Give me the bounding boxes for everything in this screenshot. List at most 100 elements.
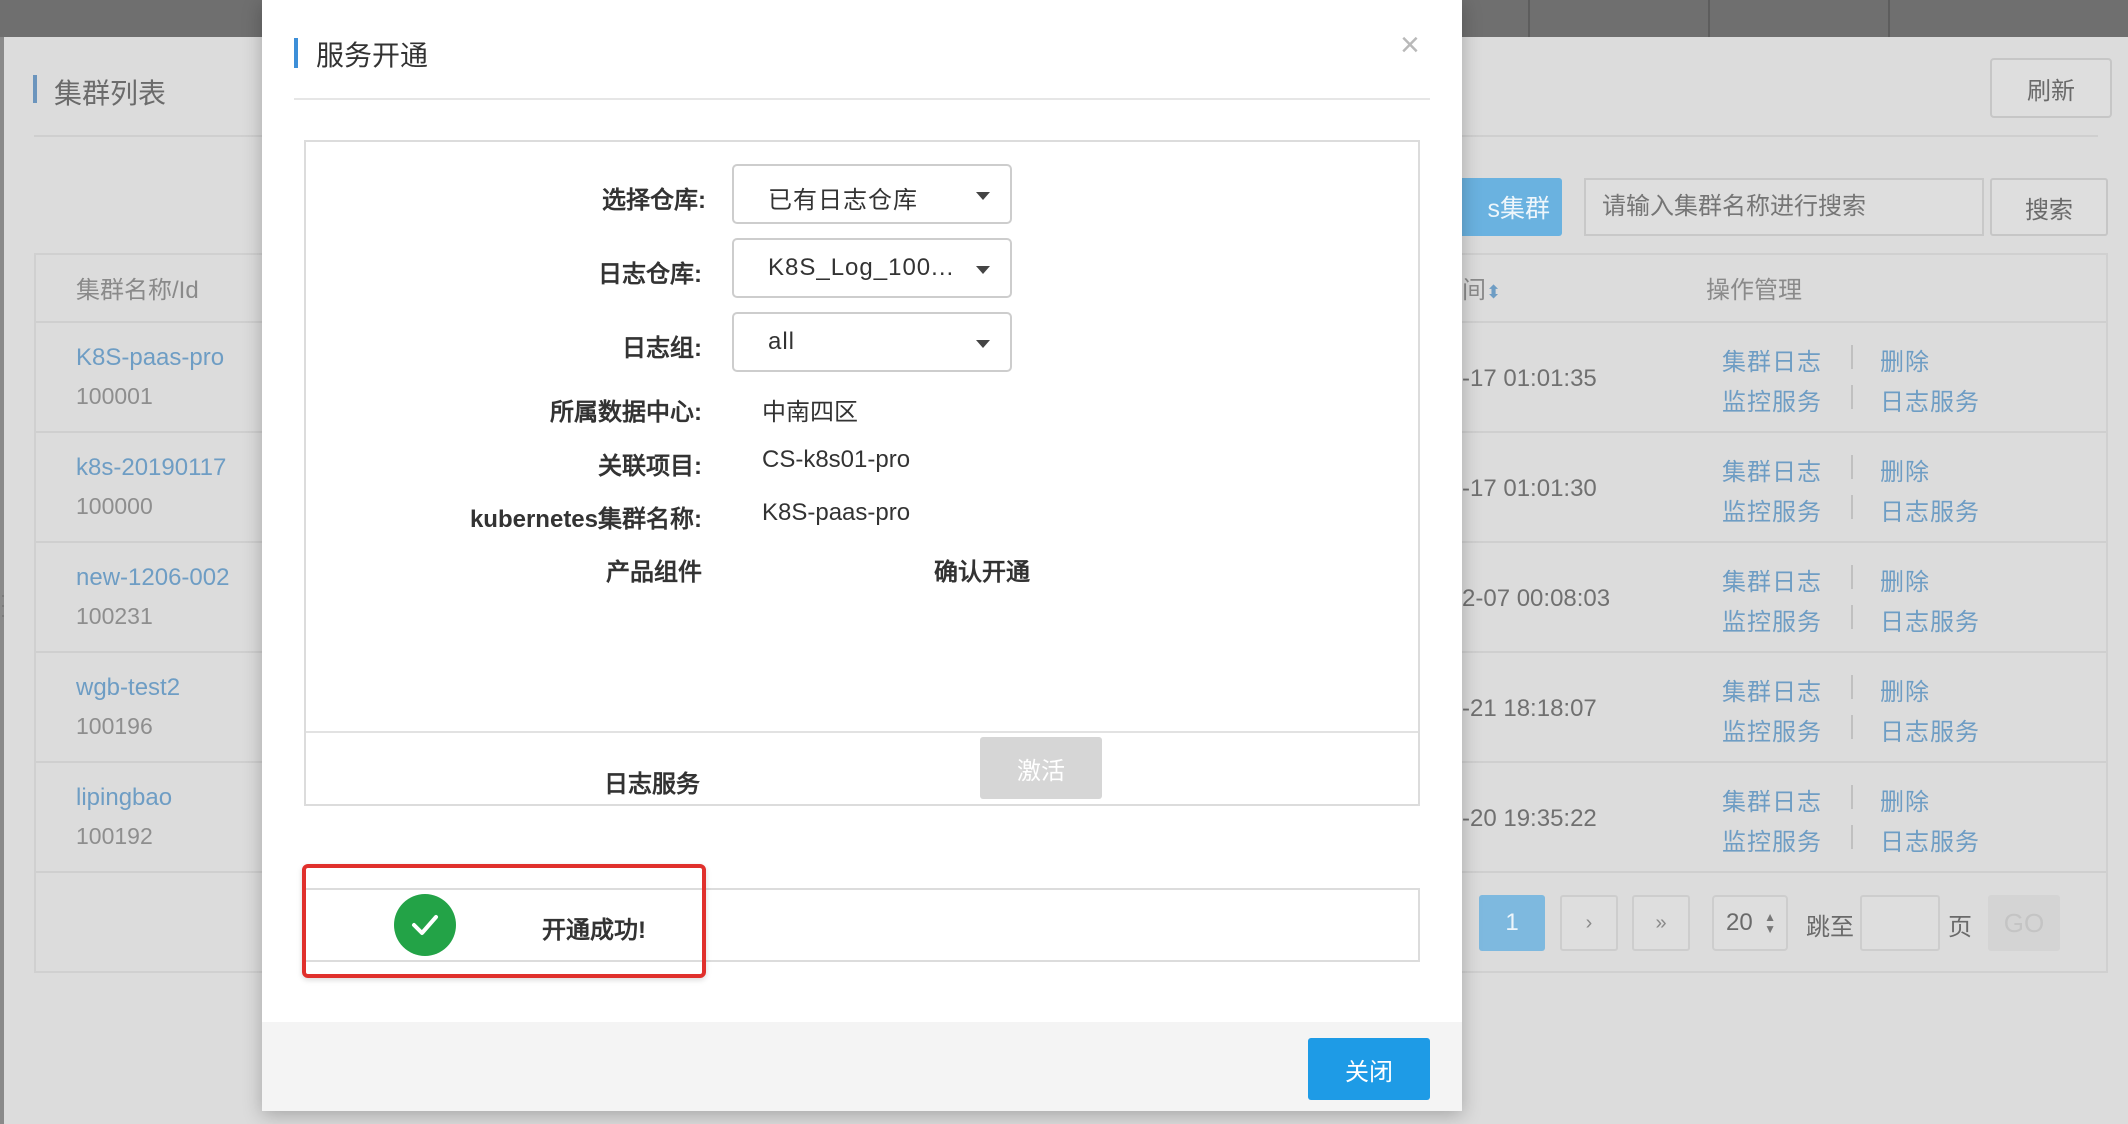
column-header-time[interactable]: 间⬍ <box>1462 270 1501 305</box>
chevron-down-icon <box>976 340 990 348</box>
log-service-link[interactable]: 日志服务 <box>1880 822 1980 857</box>
link-separator <box>1851 385 1853 409</box>
service-form: 选择仓库: 已有日志仓库 日志仓库: K8S_Log_100... 日志组: a… <box>304 140 1420 806</box>
cluster-log-link[interactable]: 集群日志 <box>1722 452 1822 487</box>
modal-title-accent <box>294 38 298 68</box>
project-label: 关联项目: <box>598 453 702 480</box>
sort-icon[interactable]: ⬍ <box>1486 282 1501 302</box>
k8s-cluster-name-label: kubernetes集群名称: <box>469 506 702 533</box>
cluster-id: 100231 <box>76 603 153 629</box>
form-row-divider <box>306 731 1418 733</box>
search-button[interactable]: 搜索 <box>1990 178 2108 236</box>
cluster-log-link[interactable]: 集群日志 <box>1722 782 1822 817</box>
activate-button[interactable]: 激活 <box>980 737 1102 799</box>
chevron-down-icon <box>976 192 990 200</box>
cluster-time: -20 19:35:22 <box>1462 805 1597 832</box>
service-activation-modal: 服务开通 × 选择仓库: 已有日志仓库 日志仓库: K8S_Log_100...… <box>262 0 1462 1111</box>
cluster-name-link[interactable]: wgb-test2 <box>76 674 180 702</box>
highlight-annotation-box <box>302 864 706 978</box>
page-size-select[interactable]: 20 ▲ ▼ <box>1712 895 1788 951</box>
cluster-log-link[interactable]: 集群日志 <box>1722 342 1822 377</box>
cluster-id: 100196 <box>76 713 153 739</box>
modal-header-divider <box>294 98 1430 100</box>
cluster-log-link[interactable]: 集群日志 <box>1722 562 1822 597</box>
delete-link[interactable]: 删除 <box>1880 672 1930 707</box>
delete-link[interactable]: 删除 <box>1880 782 1930 817</box>
repo-type-value: 已有日志仓库 <box>768 187 918 214</box>
drag-handle-icon: · · · <box>0 585 6 625</box>
cluster-name-link[interactable]: new-1206-002 <box>76 564 229 592</box>
cluster-time: -17 01:01:30 <box>1462 475 1597 502</box>
log-service-link[interactable]: 日志服务 <box>1880 712 1980 747</box>
cluster-id: 100192 <box>76 823 153 849</box>
chevron-down-icon <box>976 266 990 274</box>
pagination-page-1[interactable]: 1 <box>1479 895 1545 951</box>
log-group-label: 日志组: <box>622 335 702 362</box>
datacenter-label: 所属数据中心: <box>550 399 702 426</box>
log-service-link[interactable]: 日志服务 <box>1880 602 1980 637</box>
log-group-value: all <box>768 328 796 355</box>
pagination-last-icon[interactable]: » <box>1632 895 1690 951</box>
cluster-log-link[interactable]: 集群日志 <box>1722 672 1822 707</box>
cluster-name-link[interactable]: lipingbao <box>76 784 172 812</box>
log-service-link[interactable]: 日志服务 <box>1880 382 1980 417</box>
jump-to-label: 跳至 <box>1806 914 1854 941</box>
link-separator <box>1851 825 1853 849</box>
page-size-value: 20 <box>1726 909 1753 936</box>
log-repo-value: K8S_Log_100... <box>768 254 955 281</box>
delete-link[interactable]: 删除 <box>1880 562 1930 597</box>
log-service-label: 日志服务 <box>604 771 700 798</box>
link-separator <box>1851 785 1853 809</box>
link-separator <box>1851 565 1853 589</box>
repo-type-select[interactable]: 已有日志仓库 <box>732 164 1012 224</box>
link-separator <box>1851 345 1853 369</box>
cluster-id: 100001 <box>76 383 153 409</box>
modal-footer <box>262 1022 1462 1111</box>
cluster-time: -21 18:18:07 <box>1462 695 1597 722</box>
link-separator <box>1851 455 1853 479</box>
spinner-arrows-icon: ▲ ▼ <box>1764 910 1776 936</box>
link-separator <box>1851 605 1853 629</box>
log-repo-label: 日志仓库: <box>598 261 702 288</box>
delete-link[interactable]: 删除 <box>1880 342 1930 377</box>
navbar-separator <box>1708 0 1710 37</box>
log-group-select[interactable]: all <box>732 312 1012 372</box>
monitor-service-link[interactable]: 监控服务 <box>1722 822 1822 857</box>
confirm-header: 确认开通 <box>934 559 1030 586</box>
monitor-service-link[interactable]: 监控服务 <box>1722 712 1822 747</box>
k8s-cluster-name-value: K8S-paas-pro <box>762 499 911 526</box>
datacenter-value: 中南四区 <box>762 399 858 426</box>
title-accent-bar <box>33 75 37 103</box>
page-title: 集群列表 <box>54 78 167 109</box>
cluster-name-link[interactable]: K8S-paas-pro <box>76 344 224 372</box>
link-separator <box>1851 675 1853 699</box>
column-header-ops: 操作管理 <box>1706 277 1802 304</box>
close-icon[interactable]: × <box>1400 28 1420 62</box>
cluster-id: 100000 <box>76 493 153 519</box>
column-header-time-label: 间 <box>1462 277 1486 304</box>
monitor-service-link[interactable]: 监控服务 <box>1722 602 1822 637</box>
cluster-time: -17 01:01:35 <box>1462 365 1597 392</box>
navbar-separator <box>1888 0 1890 37</box>
go-button[interactable]: GO <box>1988 895 2060 951</box>
project-value: CS-k8s01-pro <box>762 446 911 473</box>
link-separator <box>1851 495 1853 519</box>
log-service-link[interactable]: 日志服务 <box>1880 492 1980 527</box>
link-separator <box>1851 715 1853 739</box>
delete-link[interactable]: 删除 <box>1880 452 1930 487</box>
log-repo-select[interactable]: K8S_Log_100... <box>732 238 1012 298</box>
monitor-service-link[interactable]: 监控服务 <box>1722 382 1822 417</box>
modal-title: 服务开通 <box>316 40 429 71</box>
navbar-separator <box>1528 0 1530 37</box>
cluster-time: 2-07 00:08:03 <box>1462 585 1611 612</box>
close-button[interactable]: 关闭 <box>1308 1038 1430 1100</box>
monitor-service-link[interactable]: 监控服务 <box>1722 492 1822 527</box>
jump-page-input[interactable] <box>1860 895 1940 951</box>
pagination-next-icon[interactable]: › <box>1560 895 1618 951</box>
page-unit-label: 页 <box>1948 914 1972 941</box>
refresh-button[interactable]: 刷新 <box>1990 58 2112 118</box>
repo-select-label: 选择仓库: <box>602 187 706 214</box>
cluster-search-input[interactable] <box>1584 178 1984 236</box>
cluster-name-link[interactable]: k8s-20190117 <box>76 454 226 482</box>
column-header-name: 集群名称/Id <box>76 277 199 304</box>
